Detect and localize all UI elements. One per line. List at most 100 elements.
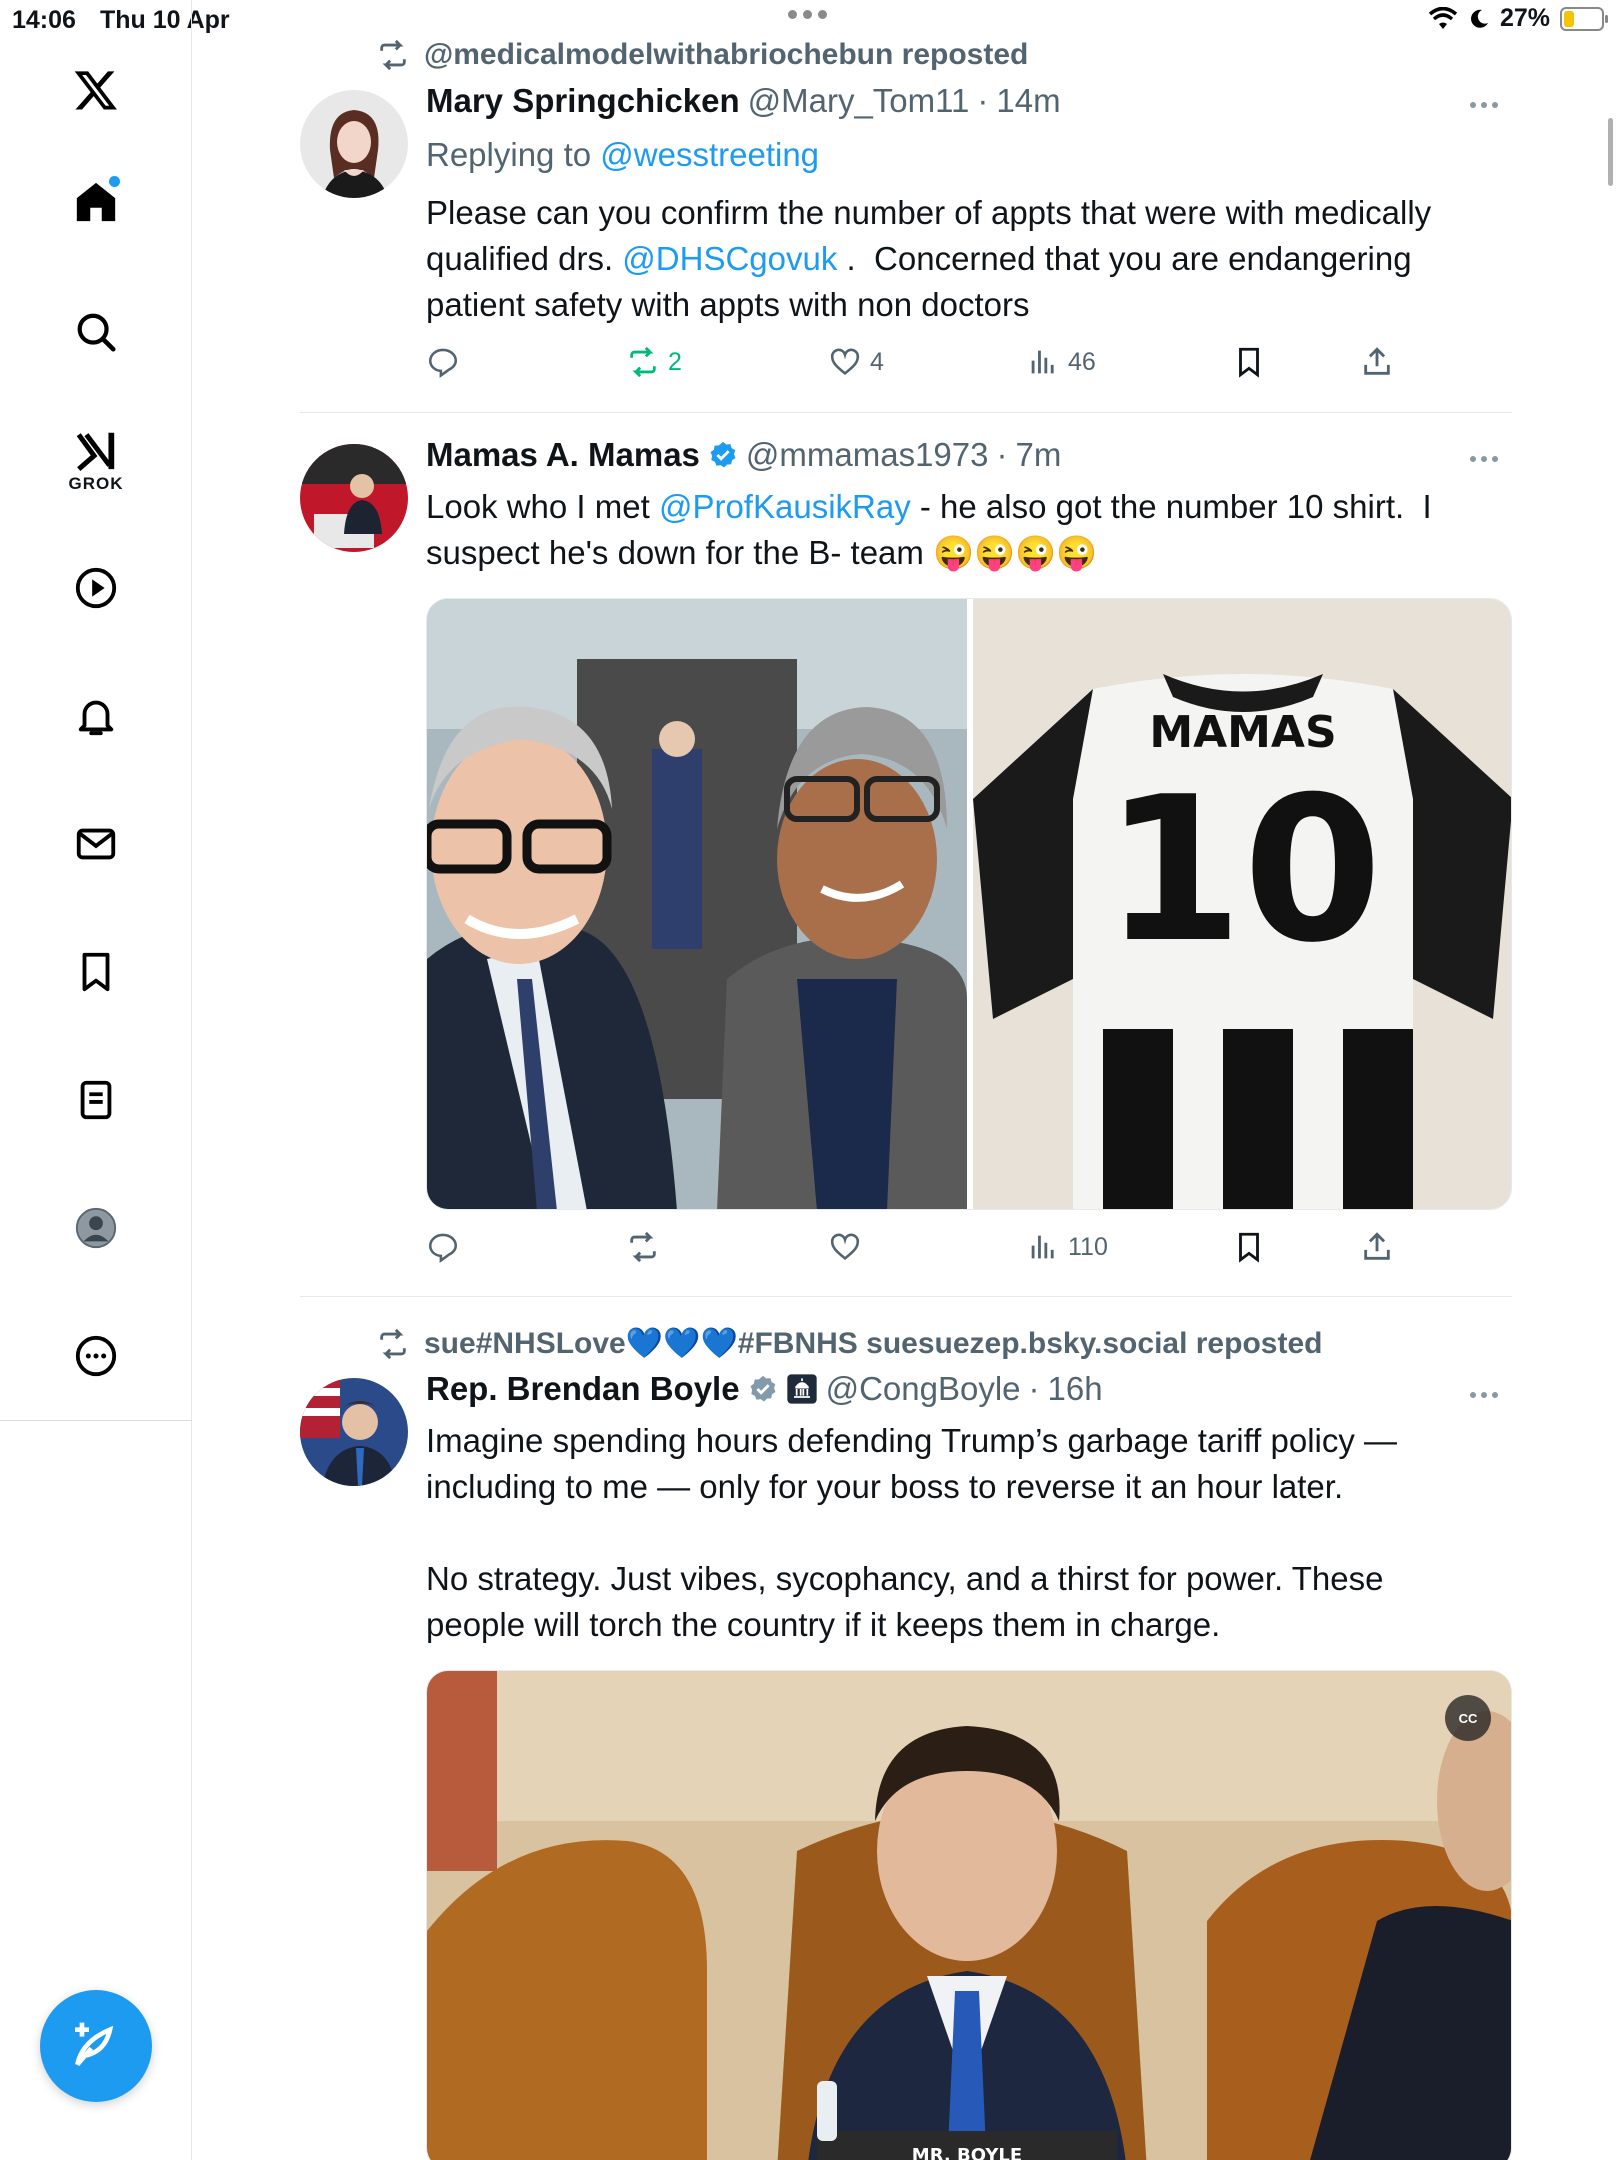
like-button[interactable]: 4 <box>828 345 884 379</box>
views-button[interactable]: 110 <box>1026 1230 1108 1264</box>
tweet-header: Mary Springchicken @Mary_Tom11 · 14m <box>426 82 1061 120</box>
bookmark-button[interactable] <box>1232 345 1266 379</box>
replying-prefix: Replying to <box>426 136 601 173</box>
sidebar-item-lists[interactable] <box>66 1070 126 1130</box>
verified-badge-icon <box>750 1375 776 1402</box>
sidebar-item-bookmarks[interactable] <box>66 942 126 1002</box>
timeline-feed: @medicalmodelwithabriochebun reposted Ma… <box>300 0 1512 2160</box>
share-button[interactable] <box>1360 345 1394 379</box>
tweet-text: Look who I met @ProfKausikRay - he also … <box>426 484 1486 576</box>
sidebar-item-profile[interactable] <box>66 1198 126 1258</box>
author-name[interactable]: Rep. Brendan Boyle <box>426 1370 740 1408</box>
bookmark-icon <box>1239 1232 1259 1263</box>
sidebar-item-search[interactable] <box>66 302 126 362</box>
bookmark-icon <box>1239 347 1259 378</box>
avatar[interactable] <box>300 90 408 198</box>
bookmark-button[interactable] <box>1232 1230 1266 1264</box>
notification-dot <box>109 176 120 187</box>
captions-button[interactable]: CC <box>1445 1695 1491 1741</box>
heart-icon <box>830 348 860 375</box>
battery-icon <box>1560 6 1608 31</box>
view-count: 110 <box>1068 1232 1108 1261</box>
play-icon <box>75 567 117 609</box>
more-options-icon[interactable] <box>1470 456 1498 462</box>
reply-button[interactable] <box>426 345 468 379</box>
repost-button[interactable]: 2 <box>626 345 682 379</box>
replying-handle-link[interactable]: @wesstreeting <box>600 136 819 173</box>
tweet-time[interactable]: 14m <box>996 82 1060 120</box>
scroll-indicator[interactable] <box>1608 118 1613 186</box>
mention-link[interactable]: @ProfKausikRay <box>659 488 911 525</box>
search-icon <box>77 313 116 352</box>
tweet-time[interactable]: 7m <box>1016 436 1062 474</box>
views-icon <box>1031 350 1054 374</box>
repost-icon <box>630 1231 656 1263</box>
jersey-photo[interactable]: MAMAS 10 <box>973 599 1511 1209</box>
sidebar-item-grok[interactable] <box>66 420 126 480</box>
repost-icon <box>380 39 406 71</box>
author-handle[interactable]: @Mary_Tom11 <box>748 82 970 120</box>
author-name[interactable]: Mamas A. Mamas <box>426 436 700 474</box>
repost-indicator: @medicalmodelwithabriochebun reposted <box>376 38 1028 72</box>
tweet-video[interactable]: MR. BOYLE CC <box>426 1670 1512 2160</box>
tweet-actions: 2 4 46 <box>426 345 1426 385</box>
video-frame[interactable]: MR. BOYLE <box>427 1671 1512 2160</box>
grok-icon <box>76 432 115 472</box>
more-options-icon[interactable] <box>1470 1392 1498 1398</box>
replying-to: Replying to @wesstreeting <box>426 132 1486 178</box>
separator-dot: · <box>1028 1370 1040 1407</box>
tweet-header: Rep. Brendan Boyle @CongBoyle · 16h <box>426 1370 1103 1408</box>
more-options-icon[interactable] <box>1470 102 1498 108</box>
share-icon <box>1364 1232 1390 1260</box>
like-count: 4 <box>870 347 884 376</box>
reply-icon <box>428 348 458 378</box>
share-button[interactable] <box>1360 1230 1394 1264</box>
battery-fill <box>1564 10 1574 27</box>
view-count: 46 <box>1068 347 1096 376</box>
jersey-number: 10 <box>1104 754 1382 987</box>
compose-button[interactable] <box>40 1990 152 2102</box>
sidebar-item-more[interactable] <box>66 1326 126 1386</box>
sidebar-item-notifications[interactable] <box>66 686 126 746</box>
repost-icon <box>630 346 656 378</box>
bookmark-icon <box>82 952 110 992</box>
selfie-photo[interactable] <box>427 599 967 1209</box>
separator-dot: · <box>996 436 1008 473</box>
like-button[interactable] <box>828 1230 870 1264</box>
author-name[interactable]: Mary Springchicken <box>426 82 740 120</box>
list-icon <box>80 1080 112 1120</box>
repost-icon <box>380 1328 406 1359</box>
sidebar-divider <box>0 1420 192 1421</box>
sidebar-item-videos[interactable] <box>66 558 126 618</box>
tweet-divider <box>300 412 1512 413</box>
avatar[interactable] <box>300 444 408 552</box>
repost-count: 2 <box>668 347 682 376</box>
more-icon <box>75 1335 117 1377</box>
mention-link[interactable]: @DHSCgovuk <box>622 240 837 277</box>
x-logo-icon[interactable] <box>66 60 126 120</box>
tweet-divider <box>300 1296 1512 1297</box>
separator-dot: · <box>977 82 989 119</box>
sidebar-item-messages[interactable] <box>66 814 126 874</box>
tweet-text: Please can you confirm the number of app… <box>426 190 1486 328</box>
tweet-time[interactable]: 16h <box>1048 1370 1103 1408</box>
reply-icon <box>428 1233 458 1263</box>
reply-button[interactable] <box>426 1230 468 1264</box>
repost-indicator: sue#NHSLove💙💙💙#FBNHS suesuezep.bsky.soci… <box>376 1326 1322 1361</box>
tweet-text-part: Look who I met <box>426 488 659 525</box>
avatar[interactable] <box>300 1378 408 1486</box>
author-handle[interactable]: @mmamas1973 <box>746 436 989 474</box>
compose-icon <box>75 2022 114 2067</box>
nameplate-text: MR. BOYLE <box>912 2145 1022 2160</box>
sidebar-item-home[interactable] <box>66 172 126 232</box>
views-button[interactable]: 46 <box>1026 345 1096 379</box>
tweet-actions: 110 <box>426 1230 1426 1270</box>
tweet-media[interactable]: MAMAS 10 <box>426 598 1512 1210</box>
repost-button[interactable] <box>626 1230 668 1264</box>
verified-badge-icon <box>710 441 736 468</box>
views-icon <box>1031 1235 1054 1259</box>
author-handle[interactable]: @CongBoyle <box>826 1370 1021 1408</box>
bell-icon <box>78 700 114 736</box>
grok-label: GROK <box>68 474 124 493</box>
sidebar: GROK <box>0 0 192 2160</box>
